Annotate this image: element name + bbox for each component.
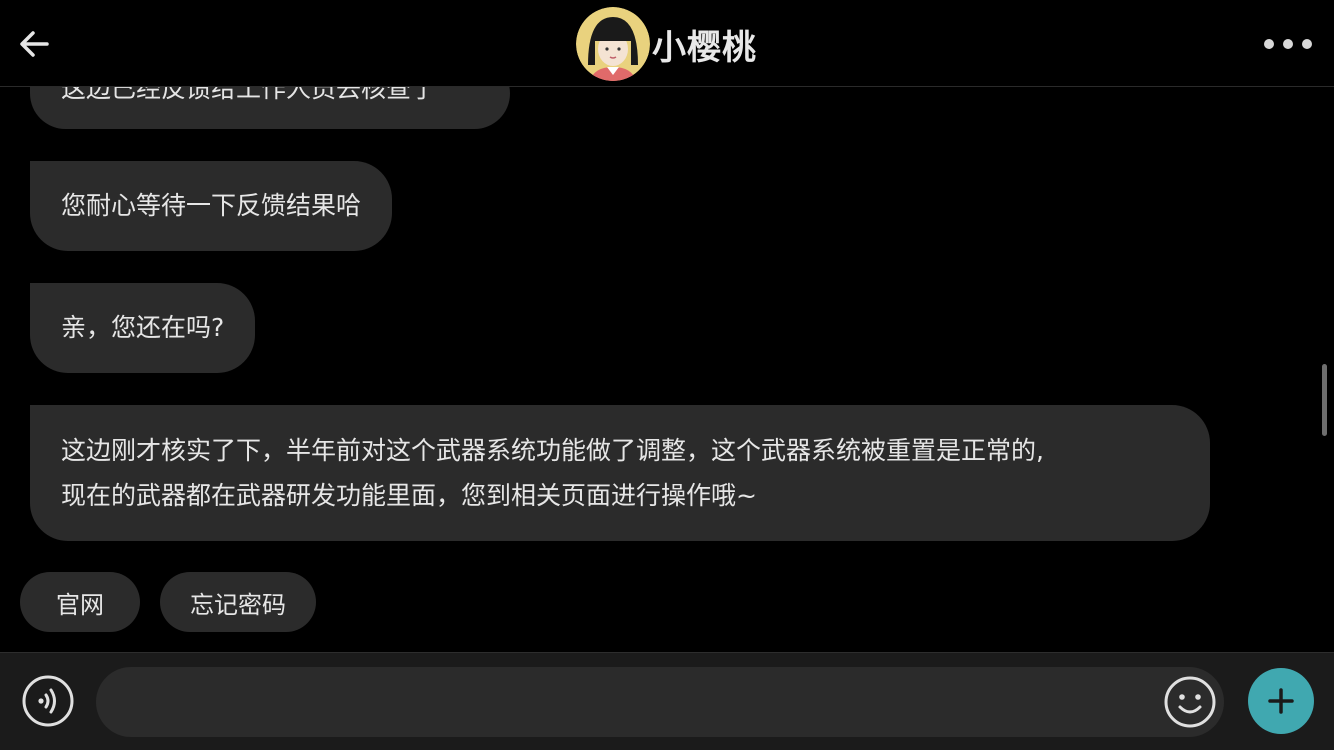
chat-screen: 这边已经反馈给工作人员去核查了 您耐心等待一下反馈结果哈 亲，您还在吗? 这边刚… <box>0 0 1334 750</box>
message-text-line: 现在的武器都在武器研发功能里面，您到相关页面进行操作哦~ <box>61 481 757 510</box>
input-bar <box>0 652 1334 750</box>
message-list[interactable]: 这边已经反馈给工作人员去核查了 您耐心等待一下反馈结果哈 亲，您还在吗? 这边刚… <box>0 0 1334 652</box>
back-button[interactable] <box>14 24 54 64</box>
scrollbar[interactable] <box>1322 364 1327 436</box>
chat-title-area: 小樱桃 <box>576 7 757 81</box>
avatar <box>576 7 650 81</box>
page-title: 小樱桃 <box>652 27 757 68</box>
voice-button[interactable] <box>22 675 74 727</box>
message-text: 亲，您还在吗? <box>61 313 225 342</box>
quick-reply-label: 官网 <box>56 590 104 619</box>
voice-icon <box>22 675 74 727</box>
quick-reply-official-site[interactable]: 官网 <box>20 572 140 632</box>
message-text: 您耐心等待一下反馈结果哈 <box>61 191 362 220</box>
message-bubble: 这边刚才核实了下，半年前对这个武器系统功能做了调整，这个武器系统被重置是正常的,… <box>30 405 1210 541</box>
more-horizontal-icon <box>1264 39 1274 49</box>
add-button[interactable] <box>1248 668 1314 734</box>
arrow-left-icon <box>20 31 49 57</box>
message-input[interactable] <box>96 667 1224 737</box>
quick-reply-label: 忘记密码 <box>190 590 286 619</box>
message-text-line: 这边刚才核实了下，半年前对这个武器系统功能做了调整，这个武器系统被重置是正常的, <box>61 436 1044 465</box>
message-bubble: 您耐心等待一下反馈结果哈 <box>30 161 393 251</box>
plus-icon <box>1268 688 1294 714</box>
quick-reply-forgot-password[interactable]: 忘记密码 <box>160 572 316 632</box>
smiley-icon <box>1164 676 1216 728</box>
more-options-button[interactable] <box>1264 30 1312 58</box>
emoji-button[interactable] <box>1163 675 1217 729</box>
top-bar: 小樱桃 <box>0 0 1334 87</box>
message-bubble: 亲，您还在吗? <box>30 283 256 373</box>
